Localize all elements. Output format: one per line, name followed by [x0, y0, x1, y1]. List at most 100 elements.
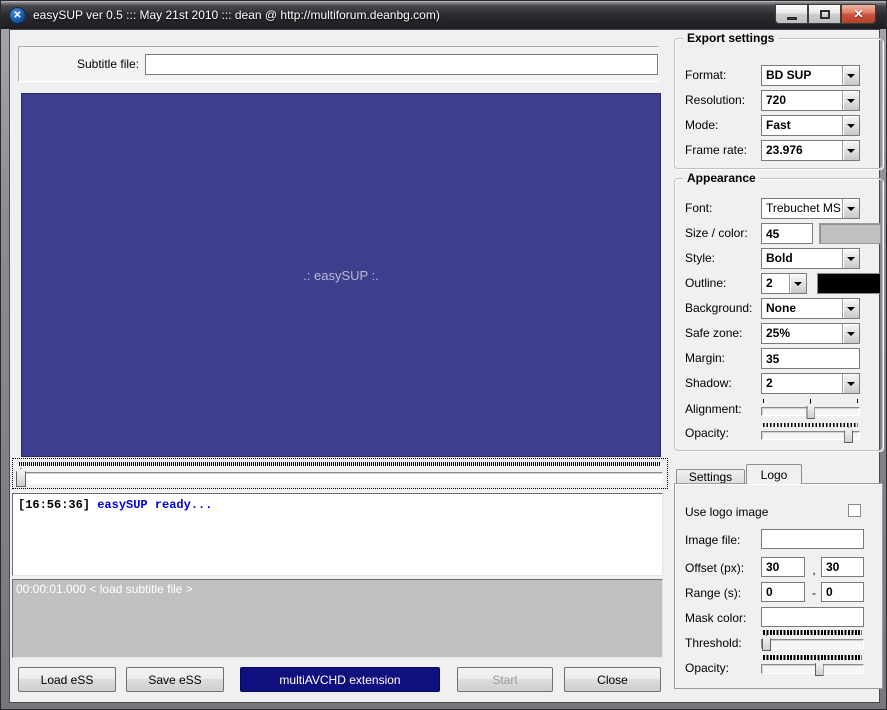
opacity-label: Opacity: — [685, 426, 730, 440]
load-ess-button[interactable]: Load eSS — [18, 667, 116, 692]
start-button[interactable]: Start — [457, 667, 553, 692]
chevron-down-icon — [794, 281, 802, 286]
size-color-label: Size / color: — [685, 226, 748, 240]
preview-watermark: .: easySUP :. — [303, 267, 379, 283]
trackbar-ticks — [19, 462, 661, 466]
chevron-down-icon — [847, 306, 855, 311]
list-item[interactable]: 00:00:01.000 < load subtitle file > — [16, 582, 659, 596]
offset-y-input[interactable] — [821, 557, 864, 577]
window-title: easySUP ver 0.5 ::: May 21st 2010 ::: de… — [33, 8, 440, 22]
slider-thumb[interactable] — [814, 660, 824, 676]
shadow-label: Shadow: — [685, 376, 732, 390]
offset-label: Offset (px): — [685, 561, 745, 575]
background-value: None — [766, 301, 796, 315]
offset-x-input[interactable] — [761, 557, 805, 577]
range-separator: - — [812, 586, 816, 600]
trackbar-track[interactable] — [17, 472, 663, 484]
style-label: Style: — [685, 251, 716, 265]
dropdown-arrow-button[interactable] — [842, 91, 859, 110]
resolution-label: Resolution: — [685, 93, 746, 107]
chevron-down-icon — [847, 73, 855, 78]
tab-logo[interactable]: Logo — [746, 464, 802, 484]
style-select[interactable]: Bold — [761, 248, 860, 269]
safe-zone-select[interactable]: 25% — [761, 323, 860, 344]
dropdown-arrow-button[interactable] — [842, 374, 859, 393]
mask-color-input[interactable] — [761, 607, 864, 627]
image-file-label: Image file: — [685, 533, 741, 547]
dropdown-arrow-button[interactable] — [842, 66, 859, 85]
close-icon: ✕ — [853, 7, 864, 21]
format-select[interactable]: BD SUP — [761, 65, 860, 86]
format-value: BD SUP — [766, 68, 812, 82]
range-to-input[interactable] — [821, 582, 864, 602]
frame-rate-select[interactable]: 23.976 — [761, 140, 860, 161]
log-timestamp: [16:56:36] — [18, 498, 91, 512]
dropdown-arrow-button[interactable] — [842, 116, 859, 135]
font-size-input[interactable] — [761, 223, 813, 244]
titlebar: ✕ easySUP ver 0.5 ::: May 21st 2010 ::: … — [1, 1, 886, 29]
dropdown-arrow-button[interactable] — [842, 299, 859, 318]
dropdown-arrow-button[interactable] — [842, 141, 859, 160]
background-label: Background: — [685, 301, 753, 315]
subtitle-event-list[interactable]: 00:00:01.000 < load subtitle file > — [12, 579, 663, 658]
save-ess-button[interactable]: Save eSS — [126, 667, 224, 692]
text-color-swatch[interactable] — [819, 223, 881, 244]
chevron-down-icon — [847, 148, 855, 153]
chevron-down-icon — [847, 256, 855, 261]
chevron-down-icon — [847, 331, 855, 336]
slider-track[interactable] — [761, 639, 864, 649]
threshold-slider[interactable] — [761, 630, 864, 652]
subtitle-file-input[interactable] — [145, 53, 658, 75]
outline-select[interactable]: 2 — [761, 273, 807, 294]
font-select[interactable]: Trebuchet MS — [761, 198, 860, 219]
font-label: Font: — [685, 201, 713, 215]
dropdown-arrow-button[interactable] — [842, 324, 859, 343]
slider-thumb[interactable] — [762, 635, 771, 651]
dropdown-arrow-button[interactable] — [789, 274, 806, 293]
close-button[interactable]: ✕ — [841, 4, 876, 24]
app-icon: ✕ — [9, 6, 26, 24]
mode-value: Fast — [766, 118, 791, 132]
threshold-label: Threshold: — [685, 636, 742, 650]
seek-trackbar[interactable] — [12, 458, 668, 489]
trackbar-thumb[interactable] — [16, 468, 26, 487]
image-file-input[interactable] — [761, 529, 864, 549]
chevron-down-icon — [847, 98, 855, 103]
resolution-select[interactable]: 720 — [761, 90, 860, 111]
minimize-icon — [786, 16, 797, 20]
margin-label: Margin: — [685, 351, 726, 365]
frame-rate-value: 23.976 — [766, 143, 803, 157]
background-select[interactable]: None — [761, 298, 860, 319]
maximize-button[interactable] — [808, 4, 841, 24]
offset-separator: , — [812, 563, 816, 577]
mode-select[interactable]: Fast — [761, 115, 860, 136]
dropdown-arrow-button[interactable] — [842, 249, 859, 268]
slider-track[interactable] — [761, 664, 864, 674]
logo-tab-panel: Use logo image Image file: Offset (px): … — [674, 483, 883, 689]
use-logo-image-checkbox[interactable] — [848, 504, 861, 517]
shadow-value: 2 — [766, 376, 773, 390]
slider-ticks — [763, 655, 862, 660]
outline-value: 2 — [766, 276, 773, 290]
export-settings-title: Export settings — [683, 31, 779, 45]
alignment-label: Alignment: — [685, 402, 742, 416]
slider-thumb[interactable] — [806, 403, 815, 419]
dropdown-arrow-button[interactable] — [842, 199, 859, 218]
outline-color-swatch[interactable] — [817, 273, 881, 294]
margin-input[interactable] — [761, 348, 860, 369]
close-app-button[interactable]: Close — [564, 667, 661, 692]
chevron-down-icon — [847, 381, 855, 386]
range-from-input[interactable] — [761, 582, 805, 602]
slider-ticks — [763, 399, 858, 403]
alignment-slider[interactable] — [761, 399, 860, 421]
opacity-slider[interactable] — [761, 423, 860, 445]
log-output: [16:56:36] easySUP ready... — [12, 493, 663, 576]
tab-settings[interactable]: Settings — [676, 469, 745, 484]
logo-opacity-slider[interactable] — [761, 655, 864, 677]
slider-thumb[interactable] — [844, 427, 854, 443]
minimize-button[interactable] — [775, 4, 808, 24]
shadow-select[interactable]: 2 — [761, 373, 860, 394]
multiavchd-extension-button[interactable]: multiAVCHD extension — [240, 667, 440, 692]
use-logo-image-label: Use logo image — [685, 505, 769, 519]
log-message: easySUP ready... — [97, 498, 213, 512]
